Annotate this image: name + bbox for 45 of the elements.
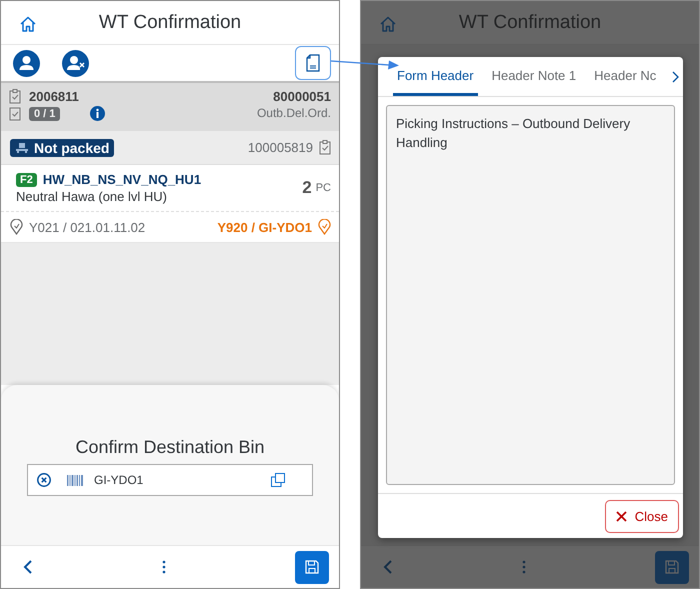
handling-unit-number: 100005819 [248, 140, 313, 155]
save-icon [665, 560, 679, 574]
remove-user-icon[interactable] [62, 50, 89, 76]
clipboard-icon [319, 140, 331, 155]
screen-title: WT Confirmation [458, 12, 602, 34]
document-icon [306, 54, 320, 72]
save-button[interactable] [295, 550, 329, 584]
product-badge: F2 [16, 172, 37, 186]
connector-arrow [331, 59, 399, 71]
location-pin-icon [318, 219, 331, 235]
quantity: 2 [302, 178, 312, 198]
bin-input-field[interactable]: GI-YDO1 [27, 464, 313, 496]
chevron-right-icon[interactable] [672, 71, 679, 83]
product-code: HW_NB_NS_NV_NQ_HU1 [42, 172, 202, 187]
destination-bin: Y920 / GI-YDO1 [217, 220, 312, 234]
progress-badge: 0 / 1 [29, 106, 60, 120]
home-icon[interactable] [19, 16, 37, 32]
source-bin: Y021 / 021.01.11.02 [29, 220, 146, 234]
quantity-unit: PC [316, 182, 331, 194]
clear-icon[interactable] [37, 473, 51, 487]
more-icon[interactable] [162, 560, 166, 574]
sheet-title: Confirm Destination Bin [75, 437, 265, 458]
info-icon[interactable] [90, 106, 106, 121]
user-icon[interactable] [13, 50, 40, 76]
clipboard-icon [9, 106, 21, 121]
location-pin-icon [10, 219, 23, 235]
close-icon [616, 510, 627, 522]
status-badge: Not packed [10, 138, 114, 156]
tab[interactable]: Header Note 1 [488, 57, 580, 96]
close-button[interactable]: Close [604, 500, 679, 532]
document-number: 80000051 [273, 89, 331, 104]
tab[interactable]: Header Nc [590, 57, 660, 96]
document-button[interactable] [295, 46, 331, 80]
clipboard-icon [9, 89, 21, 104]
task-number: 2006811 [29, 89, 79, 104]
document-type: Outb.Del.Ord. [256, 106, 331, 120]
pallet-icon [15, 142, 29, 154]
product-description: Neutral Hawa (one lvl HU) [16, 189, 168, 204]
copy-icon[interactable] [271, 473, 285, 487]
save-icon [305, 560, 319, 574]
note-text-area[interactable]: Picking Instructions – Outbound Delivery Handling [386, 105, 675, 485]
screen-title: WT Confirmation [98, 12, 242, 34]
barcode-icon [67, 474, 83, 486]
note-text: Picking Instructions – Outbound Delivery Handling [396, 116, 630, 150]
back-icon[interactable] [23, 559, 33, 575]
